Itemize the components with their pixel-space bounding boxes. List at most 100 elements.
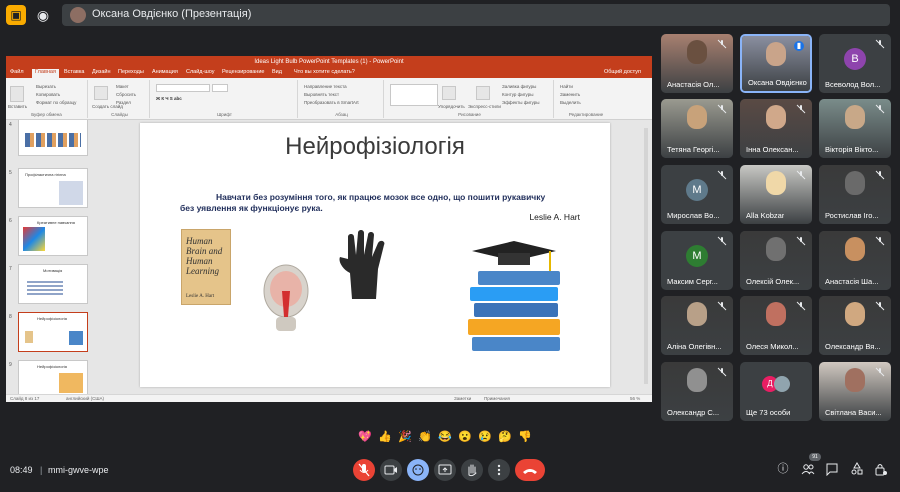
align-text-button[interactable]: Выровнять текст: [304, 92, 339, 97]
slide-author: Leslie A. Hart: [529, 212, 580, 222]
participant-tile[interactable]: Тетяна Георгі...: [661, 99, 733, 158]
reaction-thumbs-up[interactable]: 👍: [377, 428, 393, 446]
participant-tile[interactable]: Олександр С...: [661, 362, 733, 421]
find-button[interactable]: Найти: [560, 84, 573, 89]
slide-thumbnails-pane[interactable]: 4 5 Профілактична гігієна 6 Креативне на…: [6, 120, 96, 394]
paste-icon[interactable]: [10, 86, 24, 102]
ribbon-clipboard: Вставить Вырезать Копировать Формат по о…: [6, 80, 88, 118]
hand-icon: [468, 464, 477, 477]
thumb-title: Профілактична гігієна: [25, 172, 66, 177]
select-button[interactable]: Выделить: [560, 100, 581, 105]
camera-icon: [384, 465, 397, 475]
zoom-level[interactable]: 56 %: [630, 396, 640, 401]
ppt-tab-file[interactable]: Файл: [10, 69, 24, 75]
ppt-share[interactable]: Общий доступ: [604, 69, 641, 75]
ppt-tab-animation[interactable]: Анимация: [152, 69, 178, 75]
ppt-tab-insert[interactable]: Вставка: [64, 69, 84, 75]
slide-thumbnail[interactable]: Мотивація: [18, 264, 88, 304]
comments-button[interactable]: Примечания: [484, 396, 510, 401]
chat-icon[interactable]: [825, 462, 839, 477]
reaction-sad[interactable]: 😢: [477, 428, 493, 446]
slide-thumbnail[interactable]: Креативне навчання: [18, 216, 88, 256]
ppt-tab-home[interactable]: Главная: [32, 69, 59, 78]
effects-button[interactable]: [407, 459, 429, 481]
mic-muted-icon: [875, 301, 885, 311]
ppt-tab-transitions[interactable]: Переходы: [118, 69, 144, 75]
reaction-surprised[interactable]: 😮: [457, 428, 473, 446]
raise-hand-button[interactable]: [461, 459, 483, 481]
mic-muted-icon: [796, 104, 806, 114]
reaction-laugh[interactable]: 😂: [437, 428, 453, 446]
participant-tile[interactable]: Світлана Васи...: [819, 362, 891, 421]
slide-thumbnail[interactable]: Нейрофізіологія: [18, 360, 88, 394]
participant-tile[interactable]: Alla Kobzar: [740, 165, 812, 224]
participant-tile[interactable]: Д Ще 73 особи: [740, 362, 812, 421]
slide-thumbnail-selected[interactable]: Нейрофізіологія: [18, 312, 88, 352]
reaction-party[interactable]: 🎉: [397, 428, 413, 446]
participant-tile[interactable]: Олексій Олек...: [740, 231, 812, 290]
people-icon[interactable]: [801, 462, 815, 476]
participant-tile[interactable]: М Максим Серг...: [661, 231, 733, 290]
ribbon-slides: Создать слайд Макет Сбросить Раздел Слай…: [90, 80, 150, 118]
eye-icon[interactable]: ◉: [34, 6, 52, 24]
shape-outline-button[interactable]: Контур фигуры: [502, 92, 533, 97]
smartart-button[interactable]: Преобразовать в SmartArt: [304, 100, 359, 105]
layout-icon[interactable]: ▣: [6, 5, 26, 25]
paste-button[interactable]: Вставить: [8, 104, 27, 109]
presentation-stage: Ideas Light Bulb PowerPoint Templates (1…: [6, 56, 652, 402]
ppt-tab-design[interactable]: Дизайн: [92, 69, 111, 75]
participant-tile[interactable]: Анастасія Ол...: [661, 34, 733, 93]
notes-button[interactable]: Заметки: [454, 396, 471, 401]
shapes-gallery[interactable]: [390, 84, 438, 106]
reaction-thinking[interactable]: 🤔: [497, 428, 513, 446]
participant-tile[interactable]: Інна Олексан...: [740, 99, 812, 158]
slide-thumbnail[interactable]: Профілактична гігієна: [18, 168, 88, 208]
arrange-icon[interactable]: [442, 86, 456, 100]
reaction-clap[interactable]: 👏: [417, 428, 433, 446]
section-button[interactable]: Раздел: [116, 100, 131, 105]
replace-button[interactable]: Заменить: [560, 92, 580, 97]
canvas-scrollbar[interactable]: [644, 128, 648, 384]
host-controls-icon[interactable]: [874, 462, 888, 476]
ppt-tell-me[interactable]: Что вы хотите сделать?: [294, 69, 355, 75]
participant-tile[interactable]: В Всеволод Вол...: [819, 34, 891, 93]
present-button[interactable]: [434, 459, 456, 481]
participant-tile[interactable]: М Мирослав Во...: [661, 165, 733, 224]
quick-styles-button[interactable]: Экспресс-стили: [468, 104, 501, 109]
shape-effects-button[interactable]: Эффекты фигуры: [502, 100, 540, 105]
text-direction-button[interactable]: Направление текста: [304, 84, 347, 89]
font-size-field[interactable]: [212, 84, 228, 92]
info-icon[interactable]: ⓘ: [776, 462, 790, 476]
participant-tile[interactable]: Ростислав Іго...: [819, 165, 891, 224]
reset-button[interactable]: Сбросить: [116, 92, 136, 97]
slide-thumbnail[interactable]: [18, 120, 88, 156]
arrange-button[interactable]: Упорядочить: [438, 104, 465, 109]
new-slide-icon[interactable]: [94, 86, 108, 100]
thumb-title: Нейрофізіологія: [37, 364, 67, 369]
reaction-heart[interactable]: 💖: [357, 428, 373, 446]
participant-tile[interactable]: Вікторія Вікто...: [819, 99, 891, 158]
leave-call-button[interactable]: [515, 459, 545, 481]
quick-styles-icon[interactable]: [476, 86, 490, 100]
copy-button[interactable]: Копировать: [36, 92, 60, 97]
activities-icon[interactable]: [850, 462, 864, 476]
format-painter-button[interactable]: Формат по образцу: [36, 100, 76, 105]
participant-tile[interactable]: Анастасія Ша...: [819, 231, 891, 290]
reaction-thumbs-down[interactable]: 👎: [517, 428, 533, 446]
more-options-button[interactable]: [488, 459, 510, 481]
participant-tile[interactable]: Аліна Олегівн...: [661, 296, 733, 355]
font-name-field[interactable]: [156, 84, 210, 92]
font-format-icons[interactable]: Ж К Ч S abc: [156, 96, 182, 101]
participant-tile[interactable]: Олеся Микол...: [740, 296, 812, 355]
shape-fill-button[interactable]: Заливка фигуры: [502, 84, 536, 89]
layout-button[interactable]: Макет: [116, 84, 129, 89]
participant-tile[interactable]: Олександр Вя...: [819, 296, 891, 355]
ppt-tab-view[interactable]: Вид: [272, 69, 282, 75]
ppt-tab-slideshow[interactable]: Слайд-шоу: [186, 69, 215, 75]
mic-off-button[interactable]: [353, 459, 375, 481]
current-slide[interactable]: Нейрофізіологія Навчати без розуміння то…: [140, 123, 610, 387]
cut-button[interactable]: Вырезать: [36, 84, 56, 89]
participant-tile[interactable]: ▮ Оксана Овдієнко: [740, 34, 812, 93]
camera-button[interactable]: [380, 459, 402, 481]
ppt-tab-review[interactable]: Рецензирование: [222, 69, 264, 75]
